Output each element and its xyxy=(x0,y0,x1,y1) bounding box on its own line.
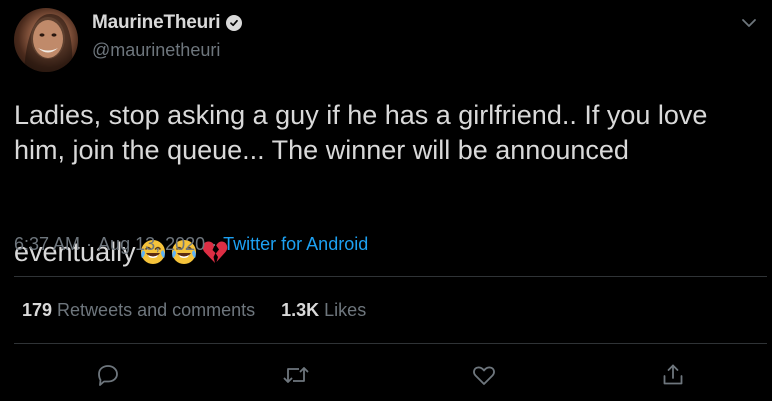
display-name[interactable]: MaurineTheuri xyxy=(92,12,221,34)
share-icon[interactable] xyxy=(658,360,688,390)
tweet-time[interactable]: 6:37 AM xyxy=(14,234,80,255)
likes-stat[interactable]: 1.3K Likes xyxy=(281,300,366,321)
chevron-down-icon[interactable] xyxy=(740,14,758,32)
verified-badge-icon xyxy=(226,15,243,31)
face-with-tears-of-joy-icon xyxy=(139,168,167,264)
tweet-stats: 179 Retweets and comments 1.3K Likes xyxy=(22,300,366,321)
tweet-date[interactable]: Aug 13, 2020 xyxy=(98,234,205,255)
divider xyxy=(14,276,767,277)
retweets-count: 179 xyxy=(22,300,53,320)
retweets-label: Retweets and comments xyxy=(57,300,256,320)
face-with-tears-of-joy-icon xyxy=(170,168,198,264)
avatar[interactable] xyxy=(14,8,78,72)
tweet-meta: 6:37 AM · Aug 13, 2020 · Twitter for And… xyxy=(14,234,368,255)
tweet: MaurineTheuri @maurinetheuri Ladies, sto… xyxy=(0,0,772,401)
likes-label: Likes xyxy=(324,300,367,320)
likes-count: 1.3K xyxy=(281,300,320,320)
action-bar xyxy=(0,360,772,390)
retweets-stat[interactable]: 179 Retweets and comments xyxy=(22,300,255,321)
tweet-source-link[interactable]: Twitter for Android xyxy=(223,234,368,255)
divider xyxy=(14,343,767,344)
meta-separator: · xyxy=(211,234,218,254)
user-handle[interactable]: @maurinetheuri xyxy=(92,40,220,61)
meta-separator: · xyxy=(86,234,93,254)
retweet-icon[interactable] xyxy=(281,360,311,390)
like-icon[interactable] xyxy=(469,360,499,390)
reply-icon[interactable] xyxy=(93,360,123,390)
broken-heart-icon xyxy=(201,168,229,263)
